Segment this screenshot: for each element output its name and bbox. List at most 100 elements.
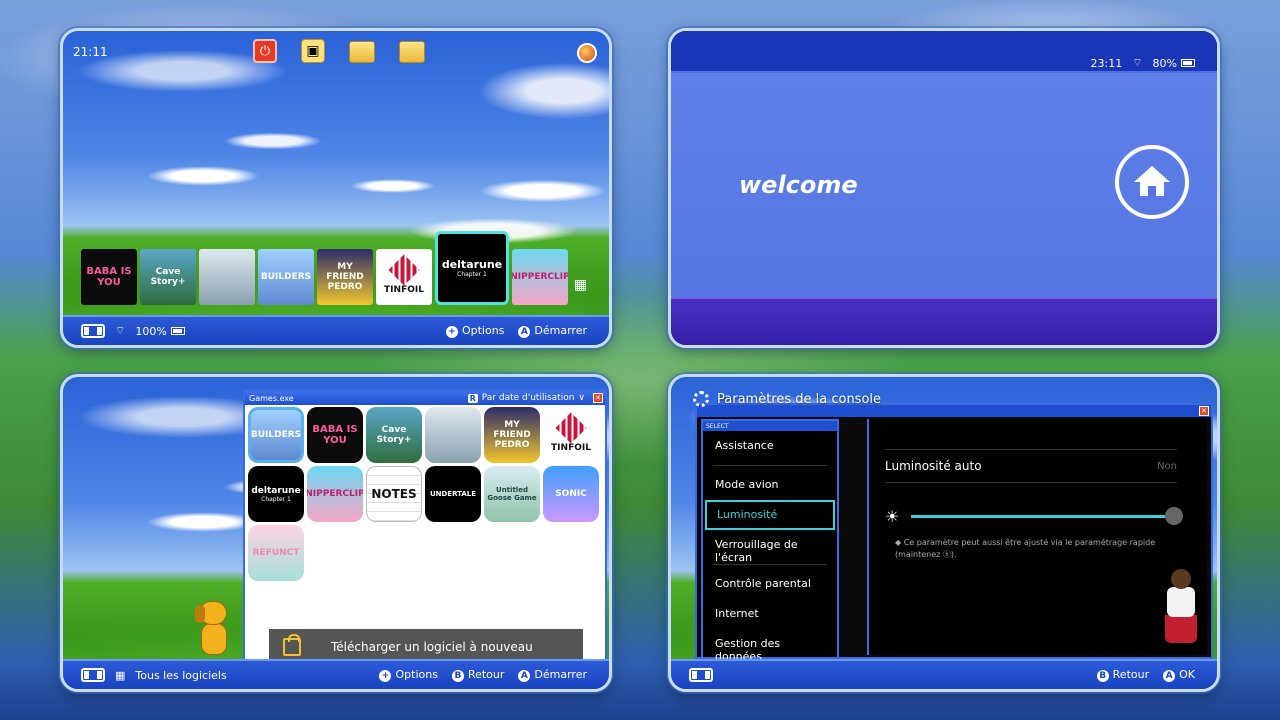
- welcome-screen-panel: 23:11 ⌔ 80% welcome: [668, 28, 1220, 348]
- menu-title: SELECT: [706, 422, 729, 430]
- game-tile-goat-simulator[interactable]: [425, 407, 481, 463]
- menu-item-internet[interactable]: Internet: [703, 599, 837, 629]
- game-tile-undertale[interactable]: UNDERTALE: [425, 466, 481, 522]
- settings-content: Luminosité auto Non ☀ ◆ Ce paramètre peu…: [867, 419, 1207, 655]
- all-software-icon[interactable]: ▦: [574, 277, 587, 293]
- game-tile-my-friend-pedro[interactable]: MY FRIEND PEDRO: [484, 407, 540, 463]
- shopping-bag-icon: [283, 634, 301, 656]
- close-icon[interactable]: ✕: [593, 393, 603, 403]
- bottom-bar: B Retour A OK: [671, 659, 1217, 689]
- options-button[interactable]: + Options: [379, 668, 438, 682]
- top-shortcuts: ⏻ ▣: [253, 39, 425, 63]
- folder-icon[interactable]: [349, 41, 375, 63]
- slider-knob[interactable]: [1165, 507, 1183, 525]
- home-icon: [1134, 166, 1170, 198]
- game-title: Cave Story+: [376, 425, 412, 445]
- controller-icon: [81, 324, 105, 338]
- options-label: Options: [395, 668, 438, 681]
- status-bar: 23:11 ⌔ 80%: [1091, 56, 1195, 70]
- game-tile-cave-story[interactable]: Cave Story+: [140, 249, 196, 305]
- plus-button-icon: +: [379, 670, 392, 682]
- b-button-icon: B: [451, 670, 464, 682]
- game-tile-baba-is-you[interactable]: BABA IS YOU: [81, 249, 137, 305]
- battery-status: 100%: [135, 325, 185, 338]
- menu-item-airplane-mode[interactable]: Mode avion: [703, 470, 837, 500]
- game-title: Cave Story+: [150, 267, 186, 287]
- game-tile-tinfoil[interactable]: TINFOIL: [543, 407, 599, 463]
- game-tile-deltarune-selected[interactable]: deltarune Chapter 1: [435, 231, 509, 305]
- game-tile-deltarune[interactable]: deltarune Chapter 1: [248, 466, 304, 522]
- start-label: Démarrer: [534, 324, 587, 337]
- power-icon[interactable]: ⏻: [253, 39, 277, 63]
- back-button[interactable]: B Retour: [451, 668, 504, 682]
- games-grid: BUILDERS BABA IS YOU Cave Story+ MY FRIE…: [248, 407, 599, 581]
- dog-mascot-icon: [191, 601, 237, 659]
- divider: [713, 465, 827, 466]
- menu-item-data-management[interactable]: Gestion des données: [703, 629, 837, 663]
- page-title: Paramètres de la console: [717, 391, 882, 407]
- sort-control[interactable]: R Par date d'utilisation ∨ ✕: [467, 393, 605, 403]
- game-tile-lego-builders[interactable]: BUILDERS: [258, 249, 314, 305]
- plus-button-icon: +: [445, 326, 458, 338]
- tinfoil-logo-icon: [555, 412, 587, 444]
- game-subtitle: Chapter 1: [457, 271, 487, 278]
- auto-brightness-row[interactable]: Luminosité auto Non: [885, 449, 1177, 483]
- redownload-label: Télécharger un logiciel à nouveau: [331, 640, 533, 654]
- battery-icon: [1181, 58, 1195, 67]
- game-tile-goat-simulator[interactable]: [199, 249, 255, 305]
- game-title: SNIPPERCLIPS: [512, 272, 568, 282]
- a-button-icon: A: [518, 670, 531, 682]
- back-button[interactable]: B Retour: [1096, 668, 1149, 682]
- gear-icon: [693, 391, 709, 407]
- all-software-panel: Games.exe R Par date d'utilisation ∨ ✕ B…: [60, 374, 612, 692]
- game-tile-snipperclips[interactable]: SNIPPERCLIPS: [512, 249, 568, 305]
- game-title: BUILDERS: [260, 272, 312, 282]
- game-tile-cave-story[interactable]: Cave Story+: [366, 407, 422, 463]
- ok-button[interactable]: A OK: [1163, 668, 1195, 682]
- brightness-slider[interactable]: ☀: [885, 507, 1183, 526]
- game-tile-refunct[interactable]: REFUNCT: [248, 525, 304, 581]
- user-avatar[interactable]: [577, 43, 597, 63]
- game-title: deltarune: [441, 258, 503, 271]
- home-button[interactable]: [1115, 145, 1189, 219]
- game-tile-lego-builders[interactable]: BUILDERS: [248, 407, 304, 463]
- game-title: BUILDERS: [250, 430, 302, 440]
- slider-track[interactable]: [911, 507, 1183, 525]
- controller-icon: [81, 668, 105, 682]
- game-tile-snipperclips[interactable]: SNIPPERCLIPS: [307, 466, 363, 522]
- bottom-bar: ⌔ 100% + Options A Démarrer: [63, 315, 609, 345]
- clock: 21:11: [73, 45, 108, 59]
- menu-item-parental-control[interactable]: Contrôle parental: [703, 569, 837, 599]
- folder-icon[interactable]: [399, 41, 425, 63]
- start-button[interactable]: A Démarrer: [518, 668, 587, 682]
- game-title: UNDERTALE: [429, 490, 477, 498]
- window-titlebar: Games.exe R Par date d'utilisation ∨ ✕: [245, 391, 605, 405]
- bottom-bar: ▦ Tous les logiciels + Options B Retour AD…: [63, 659, 609, 689]
- start-button[interactable]: A Démarrer: [518, 324, 587, 338]
- ok-label: OK: [1179, 668, 1195, 681]
- game-title: MY FRIEND PEDRO: [493, 420, 531, 450]
- options-button[interactable]: + Options: [445, 324, 504, 338]
- a-button-icon: A: [518, 326, 531, 338]
- game-tile-my-friend-pedro[interactable]: MY FRIEND PEDRO: [317, 249, 373, 305]
- menu-item-brightness[interactable]: Luminosité: [705, 500, 835, 530]
- sun-icon: ☀: [885, 507, 900, 526]
- album-icon[interactable]: ▣: [301, 39, 325, 63]
- close-icon[interactable]: ✕: [1199, 406, 1209, 416]
- settings-panel: ✕ SELECT Assistance Mode avion Luminosit…: [668, 374, 1220, 692]
- game-tile-baba-is-you[interactable]: BABA IS YOU: [307, 407, 363, 463]
- game-tile-notes[interactable]: NOTES: [366, 466, 422, 522]
- game-tile-tinfoil[interactable]: TINFOIL: [376, 249, 432, 305]
- menu-item-screen-lock[interactable]: Verrouillage de l'écran: [703, 530, 837, 564]
- game-title: deltarune: [251, 485, 301, 496]
- hint-text: ◆ Ce paramètre peut aussi être ajusté vi…: [895, 538, 1156, 559]
- menu-item-assistance[interactable]: Assistance: [703, 431, 837, 461]
- a-button-icon: A: [1163, 670, 1176, 682]
- wifi-icon: ⌔: [115, 324, 126, 337]
- game-title: BABA IS YOU: [86, 266, 132, 288]
- game-tile-sonic-colors[interactable]: SONIC: [543, 466, 599, 522]
- b-button-icon: B: [1096, 670, 1109, 682]
- recent-games-row: BABA IS YOU Cave Story+ BUILDERS MY FRIE…: [81, 231, 568, 305]
- game-tile-untitled-goose-game[interactable]: Untitled Goose Game: [484, 466, 540, 522]
- battery-status: 80%: [1153, 57, 1195, 70]
